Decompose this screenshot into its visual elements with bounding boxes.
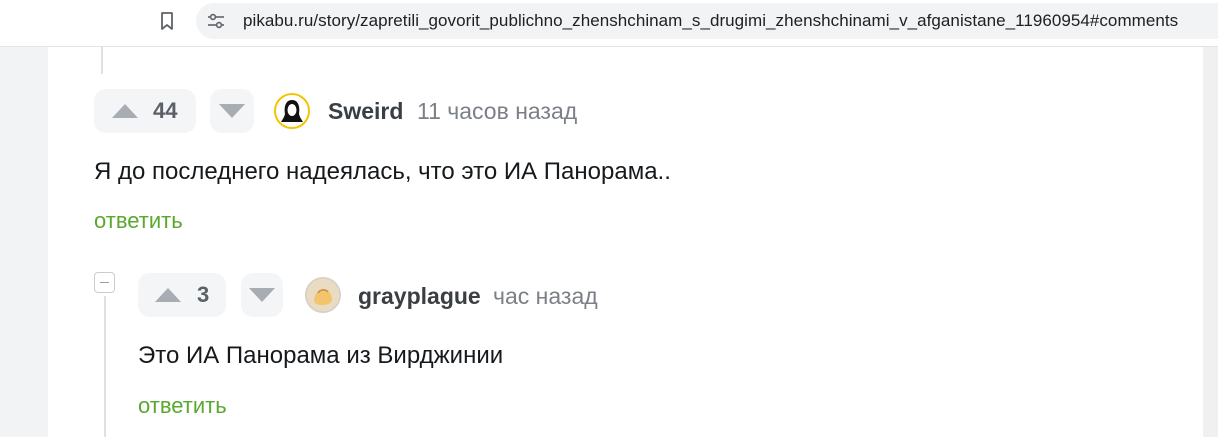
omnibox[interactable]: pikabu.ru/story/zapretili_govorit_public… (196, 3, 1218, 39)
url-text[interactable]: pikabu.ru/story/zapretili_govorit_public… (243, 11, 1178, 31)
comment-time[interactable]: час назад (493, 283, 598, 310)
user-avatar-icon (281, 100, 303, 122)
page-side-strip (1203, 47, 1218, 437)
comment-text: Я до последнего надеялась, что это ИА Па… (94, 158, 671, 185)
user-avatar-icon (307, 279, 339, 311)
arrow-down-icon (249, 288, 275, 302)
arrow-up-icon (112, 104, 138, 118)
comment-author[interactable]: grayplague (358, 283, 481, 310)
browser-address-bar: pikabu.ru/story/zapretili_govorit_public… (0, 0, 1218, 47)
downvote-button[interactable] (210, 89, 254, 133)
bookmark-icon[interactable] (156, 10, 178, 32)
downvote-button[interactable] (241, 273, 283, 317)
thread-line (104, 296, 106, 437)
comment-score: 44 (153, 98, 178, 123)
upvote-button[interactable]: 44 (94, 89, 196, 133)
comment-text: Это ИА Панорама из Вирджинии (138, 342, 504, 369)
collapse-thread-button[interactable] (94, 272, 115, 293)
arrow-down-icon (219, 104, 245, 118)
comment-score: 3 (197, 282, 210, 307)
comment-time[interactable]: 11 часов назад (417, 98, 577, 125)
arrow-up-icon (155, 288, 181, 302)
reply-link[interactable]: ответить (94, 208, 183, 234)
reply-link[interactable]: ответить (138, 393, 227, 419)
avatar[interactable] (305, 277, 341, 313)
thread-line (101, 47, 103, 74)
site-info-icon[interactable] (206, 11, 226, 31)
comment-author[interactable]: Sweird (328, 98, 403, 125)
upvote-button[interactable]: 3 (138, 273, 226, 317)
avatar[interactable] (274, 93, 310, 129)
